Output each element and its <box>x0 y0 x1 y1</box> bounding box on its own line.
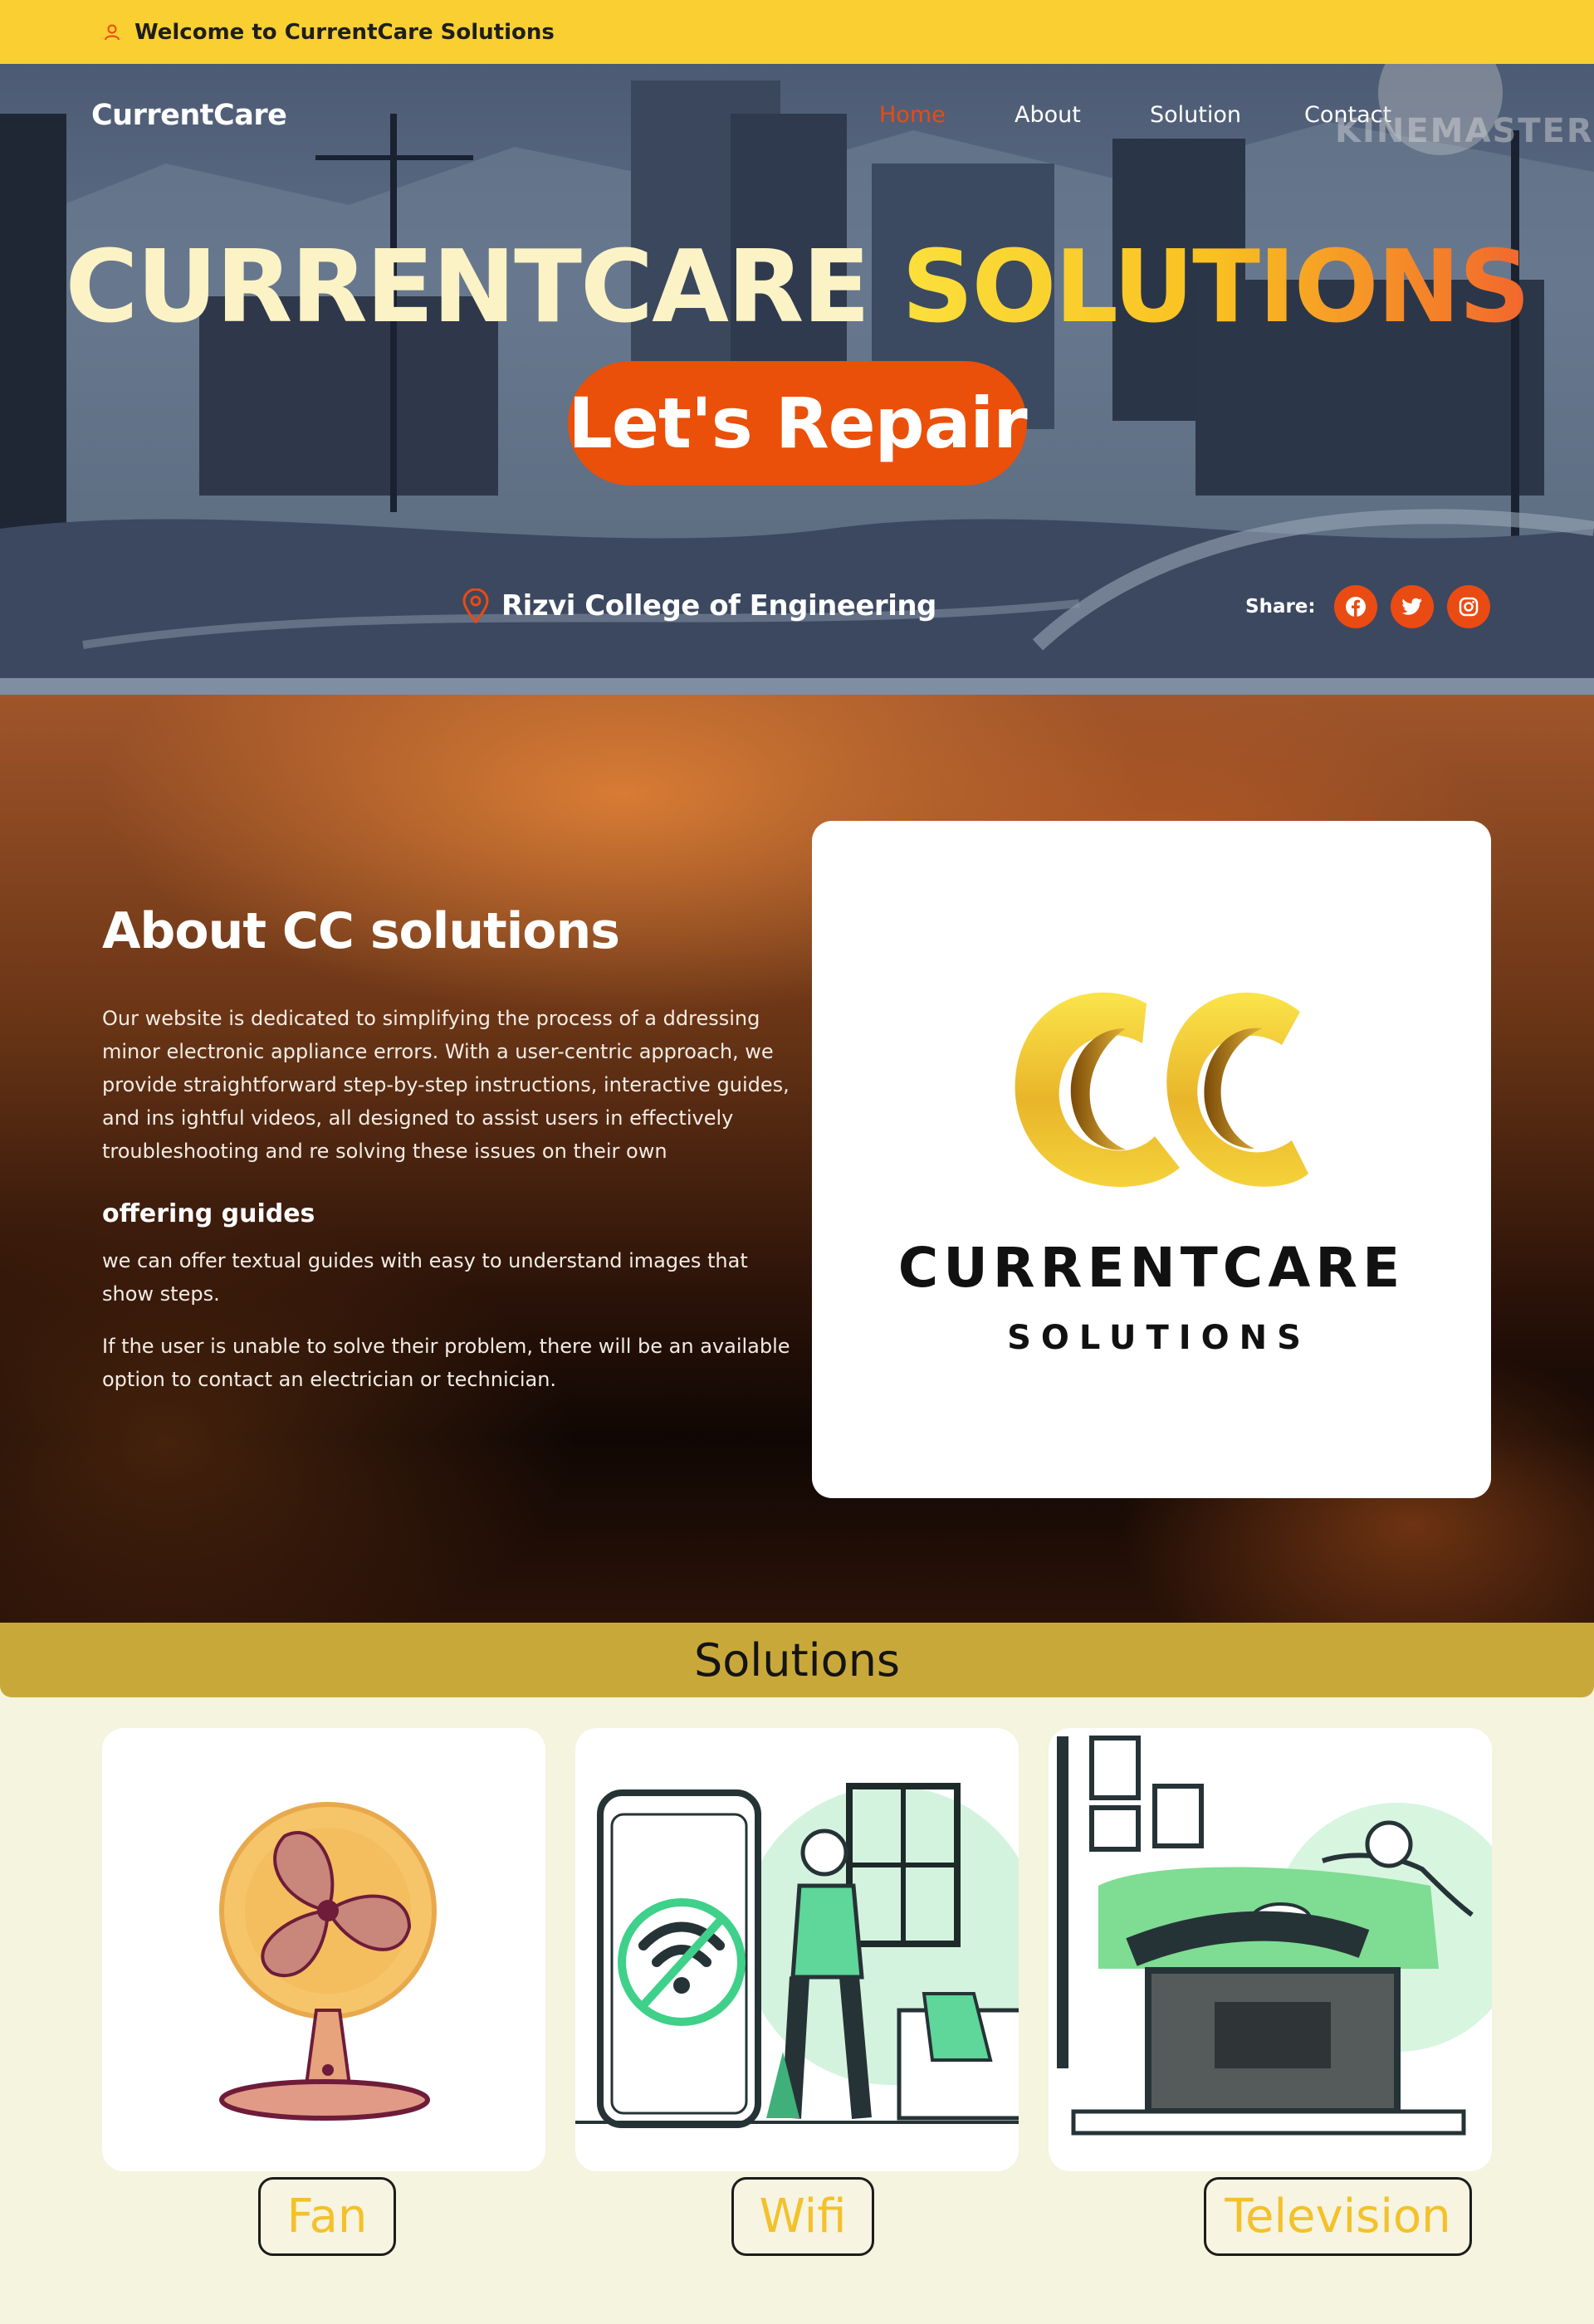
contact-option-text: If the user is unable to solve their pro… <box>102 1335 790 1391</box>
location-pin-icon <box>462 588 489 623</box>
hero-title-part2: SOLUTIONS <box>902 230 1530 345</box>
share-bar: Share: <box>1245 585 1504 628</box>
lets-repair-button[interactable]: Let's Repair <box>568 361 1028 486</box>
user-icon <box>105 24 120 40</box>
television-label-button[interactable]: Television <box>1204 2177 1472 2256</box>
brand-logo[interactable]: CurrentCare <box>91 99 287 132</box>
watermark-text: KINEMASTER <box>1335 112 1594 150</box>
top-bar: Welcome to CurrentCare Solutions <box>0 0 1594 64</box>
wifi-label-button[interactable]: Wifi <box>731 2177 874 2256</box>
logo-card: CURRENTCARE SOLUTIONS <box>812 821 1491 1498</box>
facebook-icon[interactable] <box>1333 585 1377 628</box>
cc-logo-mark <box>1015 992 1308 1187</box>
nav-about[interactable]: About <box>1015 102 1081 128</box>
fan-card[interactable] <box>102 1728 545 2171</box>
offering-guides-heading: offering guides <box>102 1199 315 1228</box>
wifi-card[interactable] <box>575 1728 1019 2171</box>
fan-label-button[interactable]: Fan <box>258 2177 396 2256</box>
instagram-icon[interactable] <box>1446 585 1490 628</box>
hero-title-part1: CURRENTCARE <box>65 230 870 345</box>
television-card[interactable] <box>1049 1728 1492 2171</box>
fan-icon <box>219 1802 437 2121</box>
no-wifi-icon <box>575 1783 1019 2128</box>
nav-home[interactable]: Home <box>879 102 946 128</box>
twitter-icon[interactable] <box>1390 585 1434 628</box>
logo-name: CURRENTCARE <box>897 1236 1406 1300</box>
television-icon <box>1057 1736 1492 2136</box>
about-section: About CC solutions Our website is dedica… <box>0 695 1594 1623</box>
nav-solution[interactable]: Solution <box>1150 102 1241 128</box>
guides-text: we can offer textual guides with easy to… <box>102 1249 748 1306</box>
solutions-heading: Solutions <box>693 1633 901 1687</box>
logo-subtitle: SOLUTIONS <box>1007 1319 1311 1357</box>
hero-title: CURRENTCARE SOLUTIONS <box>0 238 1594 338</box>
solutions-header: Solutions <box>0 1623 1594 1697</box>
share-label: Share: <box>1245 596 1316 618</box>
hero-section: CurrentCare Home About Solution Contact … <box>0 64 1594 695</box>
welcome-text: Welcome to CurrentCare Solutions <box>134 19 555 45</box>
about-heading: About CC solutions <box>102 902 620 960</box>
location: Rizvi College of Engineering <box>462 588 936 623</box>
location-text: Rizvi College of Engineering <box>501 589 936 622</box>
about-paragraph: Our website is dedicated to simplifying … <box>102 1007 790 1163</box>
